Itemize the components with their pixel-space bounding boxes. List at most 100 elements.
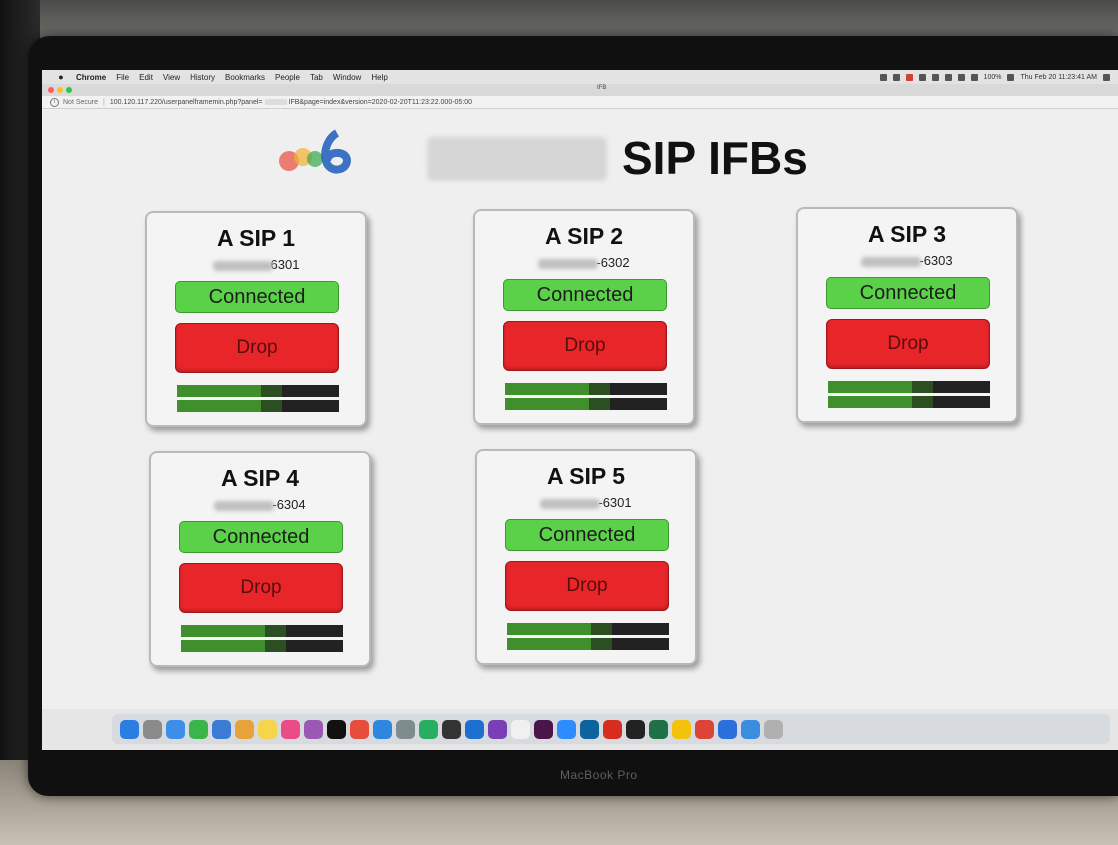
zoom-icon[interactable] <box>557 719 576 739</box>
excel-icon[interactable] <box>649 719 668 739</box>
meter-peak <box>912 381 933 393</box>
connected-status-button[interactable]: Connected <box>505 519 669 551</box>
page-title: SIP IFBs <box>622 132 808 184</box>
trash-icon[interactable] <box>764 719 783 739</box>
battery-percent[interactable]: 100% <box>984 74 1002 81</box>
app-icon[interactable] <box>672 719 691 739</box>
menu-window[interactable]: Window <box>333 73 361 82</box>
finder-icon[interactable] <box>120 719 139 739</box>
news-icon[interactable] <box>350 719 369 739</box>
chrome-icon[interactable] <box>695 719 714 739</box>
drop-button[interactable]: Drop <box>826 319 990 369</box>
connected-status-button[interactable]: Connected <box>826 277 990 309</box>
meter-peak <box>589 398 610 410</box>
card-title: A SIP 3 <box>868 221 946 247</box>
page-content: SIP IFBs A SIP 1 6301 Connected Drop A S… <box>42 109 1118 709</box>
redacted-phone <box>214 500 275 511</box>
drop-button[interactable]: Drop <box>505 561 669 611</box>
audio-level-meter <box>181 625 343 637</box>
photos-icon[interactable] <box>235 719 254 739</box>
safari-icon[interactable] <box>166 719 185 739</box>
bluetooth-icon[interactable] <box>944 73 952 81</box>
slack-icon[interactable] <box>534 719 553 739</box>
tray-app-icon[interactable] <box>905 73 913 81</box>
close-window-icon[interactable] <box>48 87 54 93</box>
spotlight-search-icon[interactable] <box>1103 73 1110 81</box>
menu-tab[interactable]: Tab <box>310 73 323 82</box>
drop-button[interactable]: Drop <box>179 563 343 613</box>
system-preferences-icon[interactable] <box>396 719 415 739</box>
security-label[interactable]: Not Secure <box>63 99 98 106</box>
onenote-icon[interactable] <box>488 719 507 739</box>
connected-status-button[interactable]: Connected <box>175 281 339 313</box>
meter-peak <box>261 385 282 397</box>
minimize-window-icon[interactable] <box>57 87 63 93</box>
notes-icon[interactable] <box>258 719 277 739</box>
drop-button[interactable]: Drop <box>503 321 667 371</box>
audio-level-meter <box>507 638 669 650</box>
clock-icon[interactable] <box>931 73 939 81</box>
info-icon[interactable]: i <box>50 97 59 107</box>
folder-icon[interactable] <box>718 719 737 739</box>
wifi-icon[interactable] <box>957 73 965 81</box>
card-phone: -6301 <box>477 495 695 510</box>
screen: ● Chrome File Edit View History Bookmark… <box>42 70 1118 750</box>
zoom-window-icon[interactable] <box>66 87 72 93</box>
tray-app-icon[interactable] <box>892 73 900 81</box>
airplay-icon[interactable] <box>918 73 926 81</box>
sip-card-4: A SIP 4 -6304 Connected Drop <box>149 451 371 667</box>
app-store-icon[interactable] <box>373 719 392 739</box>
url-text[interactable]: 100.120.117.220/userpanelframemin.php?pa… <box>110 99 263 106</box>
menu-help[interactable]: Help <box>371 73 387 82</box>
menu-history[interactable]: History <box>190 73 215 82</box>
url-text-suffix[interactable]: IFB&page=index&version=2020-02-20T11:23:… <box>289 99 473 106</box>
launchpad-icon[interactable] <box>143 719 162 739</box>
redacted-phone <box>538 258 599 269</box>
menu-bookmarks[interactable]: Bookmarks <box>225 73 265 82</box>
meter-level <box>177 385 261 397</box>
calendar-icon[interactable] <box>511 719 530 739</box>
apple-icon[interactable]: ● <box>56 72 66 82</box>
meter-level <box>507 638 591 650</box>
meter-peak <box>591 623 612 635</box>
terminal-icon[interactable] <box>442 719 461 739</box>
card-phone: -6304 <box>151 497 369 512</box>
menubar-clock[interactable]: Thu Feb 20 11:23:41 AM <box>1020 74 1097 81</box>
menu-app-name[interactable]: Chrome <box>76 73 106 82</box>
tray-app-icon[interactable] <box>879 73 887 81</box>
tv-icon[interactable] <box>327 719 346 739</box>
app-icon[interactable] <box>419 719 438 739</box>
messages-icon[interactable] <box>189 719 208 739</box>
menu-people[interactable]: People <box>275 73 300 82</box>
volume-icon[interactable] <box>970 73 978 81</box>
dock <box>112 714 1110 744</box>
sip-card-2: A SIP 2 -6302 Connected Drop <box>473 209 695 425</box>
audio-level-meter <box>507 623 669 635</box>
meter-level <box>177 400 261 412</box>
menu-file[interactable]: File <box>116 73 129 82</box>
card-title: A SIP 2 <box>545 223 623 249</box>
menu-view[interactable]: View <box>163 73 180 82</box>
terminal-icon[interactable] <box>626 719 645 739</box>
mail-icon[interactable] <box>212 719 231 739</box>
address-bar[interactable]: i Not Secure | 100.120.117.220/userpanel… <box>42 96 1118 109</box>
card-title: A SIP 4 <box>221 465 299 491</box>
meter-level <box>507 623 591 635</box>
phone-suffix: -6302 <box>596 255 630 270</box>
connected-status-button[interactable]: Connected <box>179 521 343 553</box>
podcasts-icon[interactable] <box>304 719 323 739</box>
music-icon[interactable] <box>281 719 300 739</box>
folder-icon[interactable] <box>741 719 760 739</box>
drop-button[interactable]: Drop <box>175 323 339 373</box>
phone-suffix: -6303 <box>919 253 953 268</box>
phone-suffix: 6301 <box>270 257 300 272</box>
meter-peak <box>589 383 610 395</box>
connected-status-button[interactable]: Connected <box>503 279 667 311</box>
acrobat-icon[interactable] <box>603 719 622 739</box>
redacted-url-segment <box>264 99 287 105</box>
battery-icon[interactable] <box>1007 73 1015 81</box>
menu-edit[interactable]: Edit <box>139 73 153 82</box>
tab-ifb[interactable]: IFB <box>597 85 606 91</box>
app-icon[interactable] <box>465 719 484 739</box>
vscode-icon[interactable] <box>580 719 599 739</box>
